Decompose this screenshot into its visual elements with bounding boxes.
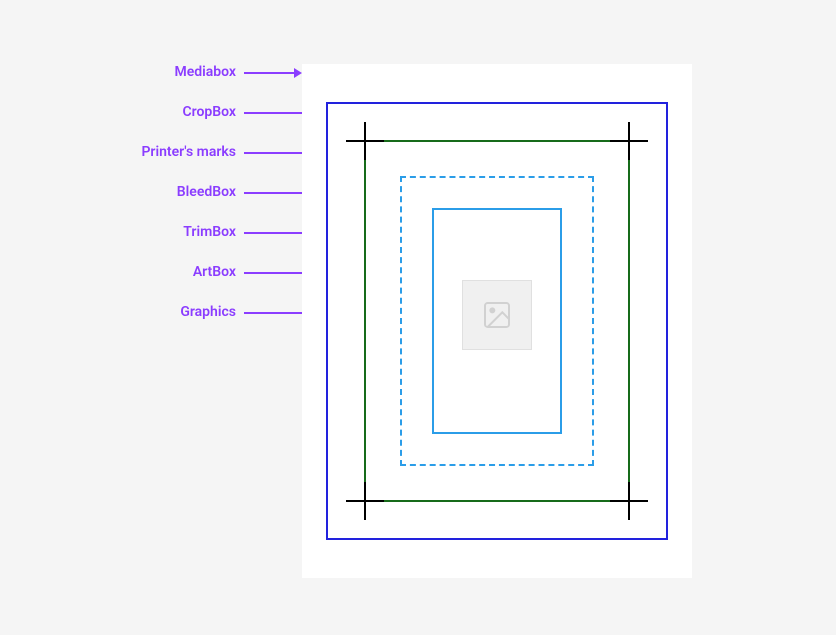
label-bleedbox: BleedBox (177, 184, 236, 200)
mediabox-paper (302, 64, 692, 578)
registration-mark-tl (346, 122, 384, 160)
label-printers-marks: Printer's marks (141, 144, 236, 160)
registration-mark-tr (610, 122, 648, 160)
label-cropbox: CropBox (182, 104, 236, 120)
label-graphics: Graphics (180, 304, 236, 320)
registration-mark-bl (346, 482, 384, 520)
image-icon (481, 299, 513, 331)
label-trimbox: TrimBox (183, 224, 236, 240)
label-artbox: ArtBox (193, 264, 236, 280)
arrow-mediabox (244, 72, 296, 74)
label-mediabox: Mediabox (174, 64, 236, 80)
registration-mark-br (610, 482, 648, 520)
graphics-placeholder (462, 280, 532, 350)
